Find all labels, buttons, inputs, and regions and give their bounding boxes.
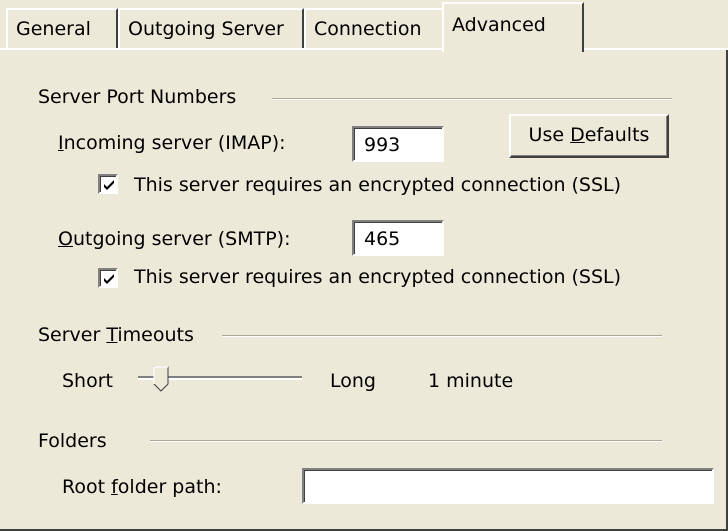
use-defaults-mnemonic: D	[570, 124, 585, 146]
timeout-slider[interactable]	[136, 364, 304, 394]
incoming-port-value: 993	[364, 134, 401, 156]
server-timeouts-rest: imeouts	[117, 324, 194, 346]
tab-outgoing-server-label: Outgoing Server	[128, 18, 284, 40]
tab-strip: General Outgoing Server Connection Advan…	[0, 0, 728, 52]
use-defaults-prefix: Use	[528, 124, 571, 146]
outgoing-server-label-rest: utgoing server (SMTP):	[72, 228, 291, 250]
root-folder-prefix: Root	[62, 476, 112, 498]
slider-thumb-icon[interactable]	[153, 366, 169, 392]
incoming-port-input[interactable]: 993	[352, 126, 444, 162]
tab-general[interactable]: General	[6, 8, 118, 48]
root-folder-path-input[interactable]	[302, 468, 714, 504]
server-timeouts-title: Server Timeouts	[38, 324, 194, 346]
server-timeouts-mnemonic: T	[106, 324, 118, 346]
incoming-server-label-rest: ncoming server (IMAP):	[63, 132, 286, 154]
tab-general-label: General	[16, 18, 91, 40]
folders-separator	[150, 440, 662, 442]
long-label: Long	[330, 370, 376, 392]
advanced-properties-panel: General Outgoing Server Connection Advan…	[0, 0, 728, 531]
checkmark-icon	[104, 274, 114, 284]
incoming-ssl-checkbox[interactable]	[98, 174, 118, 194]
outgoing-server-mnemonic: O	[58, 228, 73, 250]
tab-baseline	[0, 48, 728, 50]
server-port-numbers-title: Server Port Numbers	[38, 86, 237, 108]
tab-advanced[interactable]: Advanced	[442, 2, 584, 52]
tab-outgoing-server[interactable]: Outgoing Server	[118, 8, 304, 48]
checkmark-icon	[104, 180, 114, 190]
use-defaults-rest: efaults	[584, 124, 650, 146]
server-timeouts-separator	[222, 335, 662, 337]
folders-title: Folders	[38, 430, 107, 452]
outgoing-ssl-label: This server requires an encrypted connec…	[134, 266, 622, 288]
use-defaults-button[interactable]: Use Defaults	[509, 114, 669, 158]
outgoing-server-label: Outgoing server (SMTP):	[58, 228, 291, 250]
server-timeouts-prefix: Server	[38, 324, 107, 346]
timeout-value-text: 1 minute	[428, 370, 514, 392]
outgoing-port-input[interactable]: 465	[352, 220, 444, 256]
tab-advanced-label: Advanced	[452, 14, 546, 36]
outgoing-ssl-checkbox[interactable]	[98, 268, 118, 288]
root-folder-path-label: Root folder path:	[62, 476, 222, 498]
short-label: Short	[62, 370, 113, 392]
root-folder-rest: older path:	[117, 476, 222, 498]
root-folder-mnemonic: f	[111, 476, 118, 498]
tab-connection[interactable]: Connection	[304, 8, 444, 48]
incoming-ssl-label: This server requires an encrypted connec…	[134, 174, 622, 196]
server-port-numbers-separator	[272, 98, 672, 100]
outgoing-port-value: 465	[364, 228, 401, 250]
tab-connection-label: Connection	[314, 18, 422, 40]
incoming-server-label: Incoming server (IMAP):	[58, 132, 286, 154]
